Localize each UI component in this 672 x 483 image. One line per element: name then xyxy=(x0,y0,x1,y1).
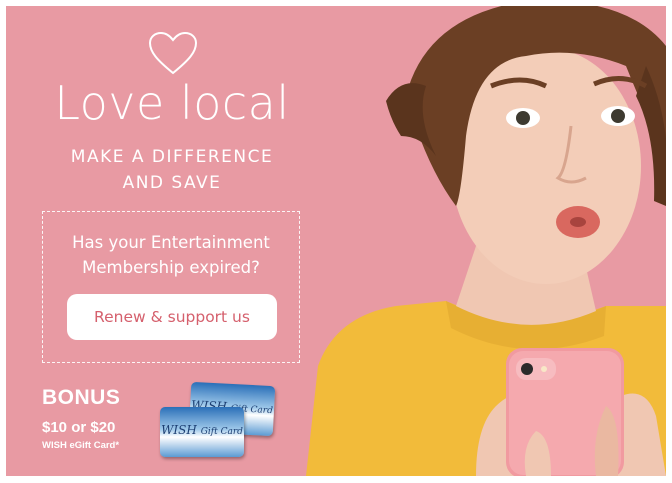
bonus-amount: $10 or $20 xyxy=(42,419,116,436)
bonus-title: BONUS xyxy=(42,386,121,409)
membership-promo-box: Has your Entertainment Membership expire… xyxy=(42,211,300,363)
heart-outline-icon xyxy=(148,31,198,75)
membership-question: Has your Entertainment Membership expire… xyxy=(43,230,299,280)
wish-gift-card-front: WISH Gift Card xyxy=(160,407,244,457)
tagline-line-2: AND SAVE xyxy=(122,173,222,193)
question-line-1: Has your Entertainment xyxy=(72,233,270,252)
gift-card-brand: WISH Gift Card xyxy=(160,423,244,437)
gift-card-script-text: Gift Card xyxy=(200,427,243,437)
renew-button[interactable]: Renew & support us xyxy=(67,294,277,340)
question-line-2: Membership expired? xyxy=(82,258,260,277)
headline: Love local xyxy=(54,76,290,130)
tagline-line-1: MAKE A DIFFERENCE xyxy=(70,147,274,167)
bonus-card-label: WISH eGift Card* xyxy=(42,440,120,451)
gift-card-brand-text: WISH xyxy=(161,423,197,437)
promo-banner: Love local MAKE A DIFFERENCE AND SAVE Ha… xyxy=(6,6,666,476)
tagline: MAKE A DIFFERENCE AND SAVE xyxy=(26,144,318,196)
